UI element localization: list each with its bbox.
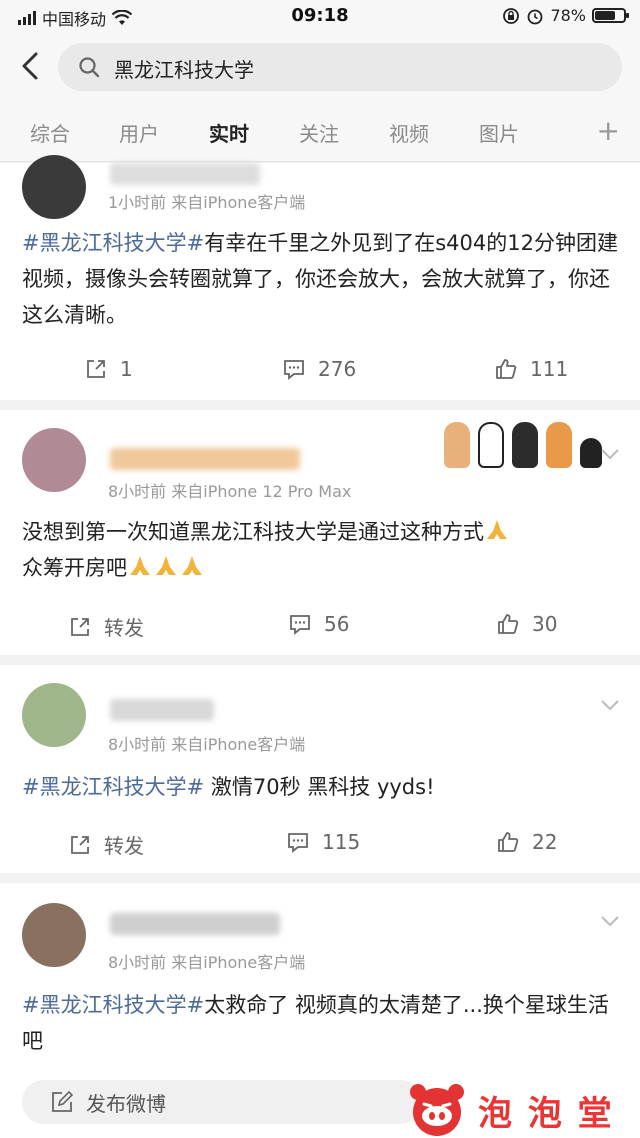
tab-video[interactable]: 视频 (389, 118, 429, 147)
tab-realtime[interactable]: 实时 (209, 118, 249, 147)
repost-label: 转发 (104, 834, 144, 858)
post-body: 激情70秒 黑科技 yyds! (204, 775, 435, 799)
search-input[interactable]: 黑龙江科技大学 (58, 43, 622, 91)
compose-label: 发布微博 (86, 1091, 166, 1116)
paw-icon (478, 422, 504, 468)
search-icon (79, 57, 100, 78)
tab-follow[interactable]: 关注 (299, 118, 339, 147)
battery-percent: 78% (550, 6, 586, 25)
repost-icon (71, 835, 89, 854)
tab-users[interactable]: 用户 (119, 118, 159, 147)
repost-label: 转发 (104, 616, 144, 640)
praying-hands-emoji (484, 517, 510, 543)
tab-bar: 综合 用户 实时 关注 视频 图片 + (0, 100, 640, 162)
chevron-down-icon[interactable] (600, 699, 620, 711)
hashtag-link[interactable]: #黑龙江科技大学# (22, 775, 204, 799)
pig-logo-icon (410, 1084, 464, 1136)
comment-button[interactable]: 276 (282, 357, 356, 381)
repost-button[interactable]: 转发 (68, 830, 144, 859)
comment-icon (288, 833, 308, 853)
post-card[interactable]: 1小时前 来自iPhone客户端 #黑龙江科技大学#有幸在千里之外见到了在s40… (0, 155, 640, 400)
praying-hands-emoji (179, 553, 205, 579)
post-text: 没想到第一次知道黑龙江科技大学是通过这种方式 众筹开房吧 (22, 514, 622, 586)
praying-hands-emoji (127, 553, 153, 579)
username-blurred[interactable] (110, 913, 280, 935)
paw-icon (444, 422, 470, 468)
comment-count: 115 (322, 830, 361, 854)
username-blurred[interactable] (110, 448, 300, 470)
avatar[interactable] (22, 683, 86, 747)
like-button[interactable]: 22 (496, 830, 557, 854)
paw-icon (512, 422, 538, 468)
repost-button[interactable]: 转发 (68, 612, 144, 641)
post-body-line2: 众筹开房吧 (22, 556, 127, 580)
watermark-text: 泡 泡 堂 (478, 1093, 614, 1134)
post-meta: 8小时前 来自iPhone客户端 (108, 735, 306, 754)
like-count: 111 (530, 357, 569, 381)
like-count: 22 (532, 830, 558, 854)
like-count: 30 (532, 612, 558, 636)
comment-button[interactable]: 56 (288, 612, 349, 636)
repost-icon (71, 617, 89, 636)
paw-icon (580, 438, 602, 468)
hashtag-link[interactable]: #黑龙江科技大学# (22, 231, 204, 255)
battery-icon (592, 8, 629, 23)
tab-add-button[interactable]: + (597, 114, 620, 147)
post-text: #黑龙江科技大学#有幸在千里之外见到了在s404的12分钟团建视频，摄像头会转圈… (22, 225, 622, 333)
search-query: 黑龙江科技大学 (114, 58, 254, 82)
username-blurred[interactable] (110, 699, 214, 721)
comment-count: 276 (318, 357, 357, 381)
thumbs-up-icon (496, 359, 517, 379)
alarm-icon (528, 9, 543, 24)
compose-button[interactable]: 发布微博 (22, 1080, 422, 1124)
post-body: 没想到第一次知道黑龙江科技大学是通过这种方式 (22, 520, 484, 544)
repost-button[interactable]: 1 (84, 357, 133, 381)
comment-icon (290, 615, 310, 635)
comment-count: 56 (324, 612, 350, 636)
status-right: 78% (502, 6, 629, 25)
back-arrow-icon[interactable] (16, 48, 46, 84)
repost-count: 1 (120, 357, 133, 381)
post-text: #黑龙江科技大学#太救命了 视频真的太清楚了...换个星球生活吧 (22, 987, 622, 1059)
chevron-down-icon[interactable] (600, 448, 620, 460)
chevron-down-icon[interactable] (600, 915, 620, 927)
status-bar: 中国移动 09:18 78% (0, 0, 640, 34)
post-card[interactable]: 8小时前 来自iPhone 12 Pro Max 没想到第一次知道黑龙江科技大学… (0, 410, 640, 655)
like-button[interactable]: 111 (494, 357, 568, 381)
comment-button[interactable]: 115 (286, 830, 360, 854)
search-header: 黑龙江科技大学 (0, 34, 640, 100)
avatar[interactable] (22, 428, 86, 492)
thumbs-up-icon (498, 614, 519, 634)
paw-icon (546, 422, 572, 468)
avatar[interactable] (22, 155, 86, 219)
watermark-logo: 泡 泡 堂 (404, 1082, 640, 1138)
like-button[interactable]: 30 (496, 612, 557, 636)
edit-icon (52, 1090, 74, 1112)
praying-hands-emoji (153, 553, 179, 579)
tab-comprehensive[interactable]: 综合 (30, 118, 70, 147)
comment-icon (284, 360, 304, 380)
orientation-lock-icon (503, 7, 520, 24)
post-meta: 8小时前 来自iPhone客户端 (108, 953, 306, 972)
paw-decoration (444, 422, 602, 468)
post-card[interactable]: 8小时前 来自iPhone客户端 #黑龙江科技大学# 激情70秒 黑科技 yyd… (0, 665, 640, 873)
post-meta: 8小时前 来自iPhone 12 Pro Max (108, 482, 352, 501)
avatar[interactable] (22, 903, 86, 967)
tab-images[interactable]: 图片 (479, 118, 519, 147)
hashtag-link[interactable]: #黑龙江科技大学# (22, 993, 204, 1017)
username-blurred[interactable] (110, 163, 260, 185)
repost-icon (87, 360, 105, 378)
thumbs-up-icon (498, 832, 519, 852)
post-text: #黑龙江科技大学# 激情70秒 黑科技 yyds! (22, 769, 622, 805)
post-meta: 1小时前 来自iPhone客户端 (108, 193, 306, 212)
